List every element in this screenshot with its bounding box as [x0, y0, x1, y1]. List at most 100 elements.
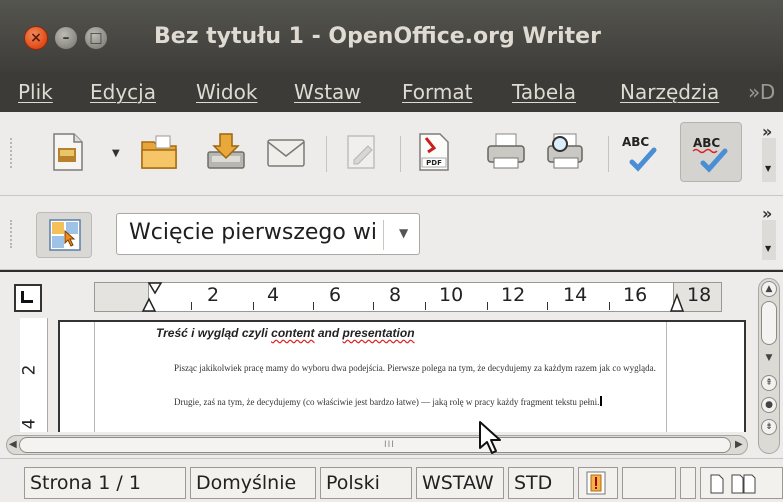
ruler-tick	[487, 302, 488, 310]
title-bar: × – □ Bez tytułu 1 - OpenOffice.org Writ…	[0, 0, 783, 72]
new-document-icon[interactable]	[46, 130, 90, 174]
ruler-tick	[609, 302, 610, 310]
ruler-number: 4	[267, 284, 280, 306]
document-paragraph[interactable]: Drugie, zaś na tym, że decydujemy (co wł…	[156, 396, 664, 409]
autospellcheck-button[interactable]: ABC	[680, 122, 742, 182]
insert-mode-status[interactable]: WSTAW	[416, 467, 504, 499]
close-icon: ×	[30, 30, 42, 46]
maximize-icon: □	[89, 30, 103, 46]
maximize-window-button[interactable]: □	[84, 26, 108, 50]
heading-misspelled-word: presentation	[342, 326, 415, 340]
vertical-scroll-track[interactable]: ▲ ▼ ⇞ ● ⇟	[758, 278, 780, 454]
paragraph-style-combobox[interactable]: Wcięcie pierwszego wiersza ▼	[116, 213, 420, 255]
ruler-tick	[191, 302, 192, 310]
menu-bar: Plik Edycja Widok Wstaw Format Tabela Na…	[0, 72, 783, 112]
document-heading[interactable]: Treść i wygląd czyli content and present…	[156, 326, 415, 340]
vertical-ruler[interactable]: 2 4	[19, 318, 48, 432]
status-bar: Strona 1 / 1 Domyślnie Polski WSTAW STD	[0, 458, 783, 502]
menu-narzedzia[interactable]: Narzędzia	[620, 80, 719, 104]
horizontal-scroll-thumb[interactable]: III	[19, 437, 731, 453]
window-title: Bez tytułu 1 - OpenOffice.org Writer	[154, 24, 601, 49]
toolbar-grip[interactable]	[10, 220, 14, 248]
toolbar-overflow-arrow-icon: ▼	[765, 164, 772, 173]
print-preview-icon[interactable]	[544, 130, 588, 174]
ruler-tick	[313, 302, 314, 310]
menu-widok[interactable]: Widok	[196, 80, 257, 104]
styles-formatting-button[interactable]	[36, 212, 92, 258]
edit-file-icon[interactable]	[340, 130, 384, 174]
scroll-down-icon[interactable]: ▼	[761, 351, 777, 367]
svg-text:ABC: ABC	[693, 136, 720, 150]
vertical-scroll-thumb[interactable]	[761, 301, 777, 345]
ruler-number: 6	[329, 284, 342, 306]
text-boundary	[666, 322, 667, 432]
ruler-tick	[373, 302, 374, 310]
toolbar-overflow-handle[interactable]: ▼	[762, 138, 776, 182]
menu-tabela[interactable]: Tabela	[512, 80, 576, 104]
close-window-button[interactable]: ×	[24, 26, 48, 50]
export-pdf-icon[interactable]: PDF	[412, 130, 456, 174]
menu-plik[interactable]: Plik	[18, 80, 53, 104]
toolbar-separator	[326, 136, 327, 172]
scroll-left-icon[interactable]: ◀	[9, 439, 17, 450]
vertical-scrollbar[interactable]: ▲ ▼ ⇞ ● ⇟	[750, 272, 783, 458]
selection-mode-status[interactable]: STD	[508, 467, 574, 499]
multi-page-view-icon[interactable]	[731, 474, 757, 494]
menu-overflow[interactable]: »D	[748, 80, 775, 104]
menu-edycja[interactable]: Edycja	[90, 80, 156, 104]
horizontal-scrollbar[interactable]: ◀ III ▶	[0, 432, 750, 458]
page-style-status[interactable]: Domyślnie	[190, 467, 316, 499]
ruler-number: 10	[439, 284, 464, 306]
document-paragraph[interactable]: Pisząc jakikolwiek pracę mamy do wyboru …	[156, 362, 664, 375]
view-layout-status[interactable]	[700, 467, 783, 499]
menu-format[interactable]: Format	[402, 80, 472, 104]
page-number-status[interactable]: Strona 1 / 1	[24, 467, 186, 499]
scroll-right-icon[interactable]: ▶	[735, 439, 743, 450]
heading-misspelled-word: content	[271, 326, 315, 340]
previous-page-icon[interactable]: ⇞	[761, 375, 777, 391]
vertical-ruler-number: 4	[19, 418, 40, 430]
email-icon[interactable]	[264, 130, 308, 174]
scroll-up-icon[interactable]: ▲	[761, 281, 777, 297]
ruler-number: 8	[389, 284, 402, 306]
horizontal-scroll-track[interactable]: ◀ III ▶	[6, 435, 748, 455]
svg-text:PDF: PDF	[426, 159, 442, 167]
new-dropdown-icon[interactable]: ▼	[112, 148, 120, 159]
formatting-toolbar: Wcięcie pierwszego wiersza ▼ » ▼	[0, 196, 783, 270]
indent-marker-icon[interactable]	[139, 281, 167, 313]
horizontal-ruler[interactable]: 2 4 6 8 10 12 14 16 18	[94, 282, 722, 312]
menu-wstaw[interactable]: Wstaw	[294, 80, 361, 104]
spellcheck-icon[interactable]: ABC	[618, 130, 662, 174]
save-icon[interactable]	[204, 130, 248, 174]
object-info-status[interactable]	[680, 467, 696, 499]
combobox-separator	[383, 220, 384, 250]
heading-text: and	[314, 326, 343, 340]
open-folder-icon[interactable]	[138, 130, 182, 174]
digital-signature-status[interactable]	[622, 467, 676, 499]
document-modified-status[interactable]	[578, 467, 618, 499]
minimize-window-button[interactable]: –	[54, 26, 78, 50]
language-status[interactable]: Polski	[320, 467, 412, 499]
navigator-icon[interactable]: ●	[761, 397, 777, 413]
print-icon[interactable]	[484, 130, 528, 174]
standard-toolbar: ▼ PDF ABC ABC » ▼	[0, 112, 783, 196]
toolbar-separator	[608, 136, 609, 172]
left-tab-icon	[21, 291, 33, 303]
single-page-view-icon[interactable]	[709, 474, 725, 494]
svg-text:ABC: ABC	[622, 135, 649, 149]
document-page[interactable]: Treść i wygląd czyli content and present…	[58, 320, 746, 432]
toolbar-grip[interactable]	[10, 138, 14, 168]
next-page-icon[interactable]: ⇟	[761, 419, 777, 435]
toolbar-separator	[400, 136, 401, 172]
ruler-number: 18	[687, 284, 712, 306]
chevron-down-icon[interactable]: ▼	[399, 226, 408, 240]
heading-text: Treść i wygląd czyli	[156, 326, 272, 340]
right-indent-marker-icon[interactable]	[669, 291, 685, 313]
text-boundary	[94, 322, 95, 432]
autospellcheck-icon: ABC	[692, 136, 728, 173]
ruler-number: 16	[623, 284, 648, 306]
ruler-tick	[253, 302, 254, 310]
toolbar-overflow-handle[interactable]: ▼	[762, 220, 776, 260]
tab-stop-type-button[interactable]	[14, 284, 42, 312]
ruler-tick	[425, 302, 426, 310]
